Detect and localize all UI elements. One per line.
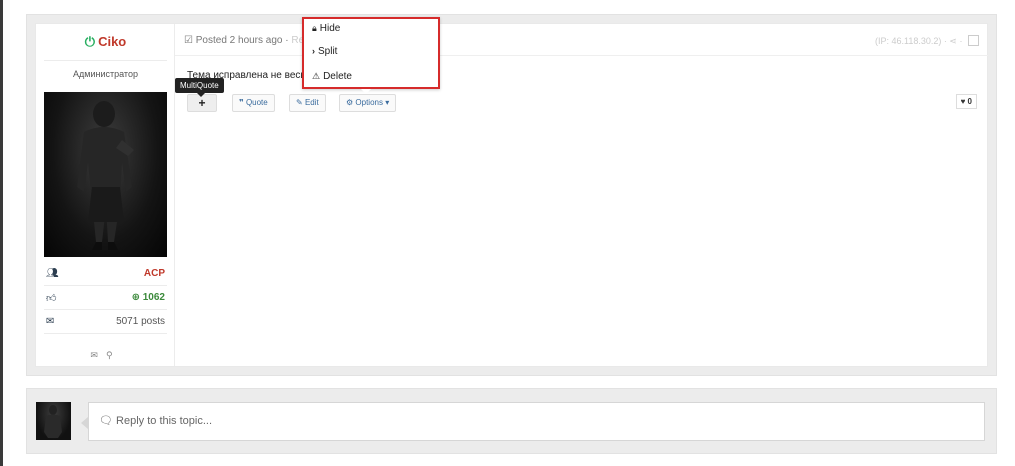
heart-icon: ♥ [960,97,966,106]
left-border-bar [0,0,3,466]
reply-box: 🗨︎ Reply to this topic... [26,388,997,454]
edit-icon: ✎ [296,98,303,107]
profile-actions: ✉⚲ [36,350,175,361]
caret-down-icon: ▾ [385,98,390,107]
divider [44,60,167,61]
author-name[interactable]: ⏻ Ciko [36,34,175,50]
warning-icon: ⚠ [312,71,321,81]
search-icon[interactable]: ⚲ [106,350,121,360]
author-name-label[interactable]: Ciko [98,34,126,49]
quote-icon: ❞ [239,98,244,107]
divider [175,55,988,56]
ip-address[interactable]: (IP: 46.118.30.2) [875,36,941,46]
group-icon: 👥︎ [46,268,59,279]
menu-item-label: Delete [323,71,352,82]
share-icon[interactable]: ⋖ [949,36,957,46]
posted-time[interactable]: Posted 2 hours ago [196,35,283,46]
quote-label: Quote [245,98,268,107]
post-container: ⏻ Ciko Администратор 👥︎ ACP 👍︎ ⊕ 1062 ✉ … [26,14,997,376]
power-icon: ⏻ [84,34,96,49]
meta-separator: · [943,36,947,46]
stat-row-posts: ✉ 5071 posts [44,312,167,334]
thumbs-up-icon: 👍︎ [46,293,57,304]
gear-icon: ⚙ [346,98,354,107]
options-dropdown-menu: 🔒︎ Hide › Split ⚠ Delete [302,17,440,89]
post-ip-tools: (IP: 46.118.30.2) · ⋖ · [875,35,979,47]
author-avatar[interactable] [44,92,167,257]
plus-circle-icon: ⊕ [131,292,140,303]
menu-pointer [361,89,371,94]
meta-separator: · [959,36,963,46]
menu-item-hide[interactable]: 🔒︎ Hide [312,23,340,34]
current-user-avatar[interactable] [36,402,71,440]
avatar-figure [44,405,62,438]
edit-square-icon: ☑ [184,35,193,46]
comment-icon: 🗨︎ [99,415,113,427]
edit-button[interactable]: ✎ Edit [289,94,326,112]
stat-acp[interactable]: ACP [144,268,165,279]
options-button[interactable]: ⚙ Options ▾ [339,94,397,112]
lock-icon: 🔒︎ [312,23,317,33]
select-post-checkbox[interactable] [968,35,979,46]
reputation-value: 1062 [142,292,165,303]
message-icon[interactable]: ✉ [90,350,106,360]
post: ⏻ Ciko Администратор 👥︎ ACP 👍︎ ⊕ 1062 ✉ … [35,23,988,367]
menu-item-label: Split [318,46,338,57]
author-role: Администратор [73,69,138,79]
edit-label: Edit [304,98,319,107]
menu-item-label: Hide [319,23,341,34]
quote-button[interactable]: ❞ Quote [232,94,275,112]
menu-item-delete[interactable]: ⚠ Delete [312,71,352,82]
options-label: Options [355,98,383,107]
multiquote-tooltip: MultiQuote [175,78,224,97]
stat-posts: 5071 posts [116,316,165,327]
meta-separator: · [285,35,289,46]
stat-reputation: ⊕ 1062 [132,292,165,303]
avatar-figure [77,101,134,250]
post-meta: ☑ Posted 2 hours ago · Report [184,35,321,46]
likes-badge[interactable]: ♥ 0 [955,94,977,109]
reply-input[interactable]: 🗨︎ Reply to this topic... [88,402,985,441]
stat-row-reputation: 👍︎ ⊕ 1062 [44,288,167,310]
menu-item-split[interactable]: › Split [312,46,337,57]
reply-caret [81,417,88,429]
reply-placeholder: Reply to this topic... [116,415,213,427]
author-profile: ⏻ Ciko Администратор 👥︎ ACP 👍︎ ⊕ 1062 ✉ … [36,24,175,366]
chevron-right-icon: › [312,46,315,56]
stat-row-group: 👥︎ ACP [44,264,167,286]
envelope-icon: ✉ [46,316,55,327]
likes-count: 0 [967,97,972,106]
